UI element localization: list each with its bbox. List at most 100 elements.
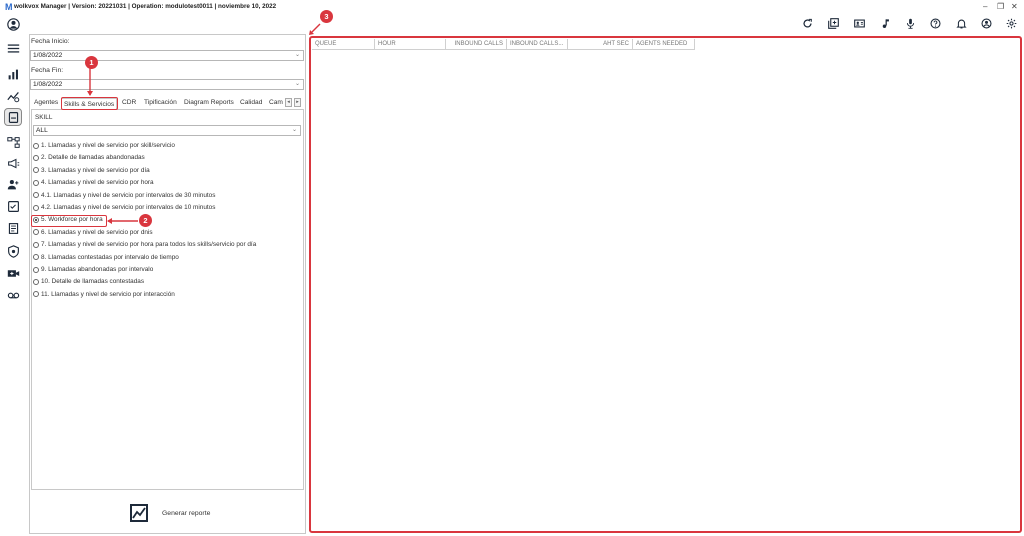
title-bar: M wolkvox Manager | Version: 20221031 | … <box>0 0 1024 14</box>
report-option[interactable]: 4.2. Llamadas y nivel de servicio por in… <box>33 203 215 212</box>
close-button[interactable]: ✕ <box>1011 2 1018 11</box>
report-option-label: 9. Llamadas abandonadas por intervalo <box>41 266 154 273</box>
column-header-hour[interactable]: HOUR <box>375 39 446 50</box>
radio-button[interactable] <box>33 192 39 199</box>
report-option-label: 1. Llamadas y nivel de servicio por skil… <box>41 142 175 149</box>
tab-calidad[interactable]: Calidad <box>240 99 262 106</box>
radio-button[interactable] <box>33 241 39 248</box>
report-option[interactable]: 3. Llamadas y nivel de servicio por día <box>33 166 150 175</box>
app-logo: M <box>5 2 13 12</box>
user-avatar-icon[interactable] <box>5 16 21 32</box>
trend-chart-icon <box>130 504 148 522</box>
radio-button[interactable] <box>33 179 39 186</box>
report-option-label: 4.1. Llamadas y nivel de servicio por in… <box>41 191 216 199</box>
users-add-icon[interactable] <box>5 176 21 192</box>
annotation-badge-1: 1 <box>85 56 98 69</box>
library-add-icon[interactable] <box>826 16 840 30</box>
skill-value: ALL <box>36 127 48 134</box>
sidebar <box>0 14 26 536</box>
report-option-label: 3. Llamadas y nivel de servicio por día <box>41 166 150 174</box>
hierarchy-icon[interactable] <box>5 134 21 150</box>
reports-icon[interactable] <box>4 108 22 126</box>
report-option[interactable]: 8. Llamadas contestadas por intervalo de… <box>33 253 179 262</box>
report-option-label: 10. Detalle de llamadas contestadas <box>41 278 145 286</box>
annotation-badge-2: 2 <box>139 214 152 227</box>
highlight-option-box <box>31 215 107 227</box>
report-option-label: 4.2. Llamadas y nivel de servicio por in… <box>41 204 216 211</box>
fecha-inicio-dropdown[interactable]: 1/08/2022 ⌄ <box>30 50 304 61</box>
report-option[interactable]: 6. Llamadas y nivel de servicio por dnis <box>33 228 153 237</box>
report-option-label: 8. Llamadas contestadas por intervalo de… <box>41 253 179 261</box>
tab-scroll-right-button[interactable]: ▸ <box>294 98 301 107</box>
report-option[interactable]: 7. Llamadas y nivel de servicio por hora… <box>33 240 256 249</box>
voicemail-icon[interactable] <box>5 287 21 303</box>
chevron-down-icon: ⌄ <box>294 81 300 87</box>
fecha-inicio-value: 1/08/2022 <box>33 52 63 59</box>
help-icon[interactable] <box>928 16 942 30</box>
radio-button[interactable] <box>33 278 39 285</box>
fecha-fin-label: Fecha Fin: <box>31 67 64 74</box>
radio-button[interactable] <box>33 229 39 236</box>
radio-button[interactable] <box>33 167 39 174</box>
chevron-down-icon: ⌄ <box>291 127 297 133</box>
skill-dropdown[interactable]: ALL ⌄ <box>33 125 301 136</box>
analytics-icon[interactable] <box>5 88 21 104</box>
fecha-fin-value: 1/08/2022 <box>33 81 63 88</box>
radio-button[interactable] <box>33 154 39 161</box>
column-header-inbound-calls-2[interactable]: INBOUND CALLS... <box>507 39 568 50</box>
report-option-label: 2. Detalle de llamadas abandonadas <box>41 154 145 162</box>
fecha-fin-dropdown[interactable]: 1/08/2022 ⌄ <box>30 79 304 90</box>
annotation-badge-3: 3 <box>320 10 333 23</box>
refresh-icon[interactable] <box>800 16 814 30</box>
report-option[interactable]: 1. Llamadas y nivel de servicio por skil… <box>33 141 175 150</box>
generate-report-button[interactable]: Generar reporte <box>130 503 220 523</box>
radio-button[interactable] <box>33 142 39 149</box>
column-header-agents-needed[interactable]: AGENTS NEEDED <box>633 39 695 50</box>
microphone-icon[interactable] <box>903 16 917 30</box>
report-option[interactable]: 11. Llamadas y nivel de servicio por int… <box>33 290 175 299</box>
bar-chart-icon[interactable] <box>5 66 21 82</box>
document-icon[interactable] <box>5 220 21 236</box>
tab-cam[interactable]: Cam <box>269 99 283 106</box>
radio-button[interactable] <box>33 254 39 261</box>
grid-header: QUEUE HOUR INBOUND CALLS INBOUND CALLS..… <box>312 39 695 50</box>
settings-gear-icon[interactable] <box>1004 16 1018 30</box>
tab-diagram-reports[interactable]: Diagram Reports <box>184 99 234 106</box>
contact-card-icon[interactable] <box>852 16 866 30</box>
skill-label: SKILL <box>35 114 53 121</box>
minimize-button[interactable]: – <box>983 2 987 11</box>
window-title: wolkvox Manager | Version: 20221031 | Op… <box>14 3 277 10</box>
music-note-icon[interactable] <box>878 16 892 30</box>
report-option[interactable]: 4.1. Llamadas y nivel de servicio por in… <box>33 191 215 200</box>
tab-cdr[interactable]: CDR <box>122 99 136 106</box>
tab-agentes[interactable]: Agentes <box>34 99 58 106</box>
report-option[interactable]: 2. Detalle de llamadas abandonadas <box>33 153 145 162</box>
generate-report-label: Generar reporte <box>162 509 211 517</box>
column-header-queue[interactable]: QUEUE <box>312 39 375 50</box>
report-option[interactable]: 4. Llamadas y nivel de servicio por hora <box>33 178 154 187</box>
report-option[interactable]: 9. Llamadas abandonadas por intervalo <box>33 265 153 274</box>
radio-button[interactable] <box>33 291 39 298</box>
radio-button[interactable] <box>33 204 39 211</box>
tab-scroll-left-button[interactable]: ◂ <box>285 98 292 107</box>
menu-icon[interactable] <box>5 40 21 56</box>
video-add-icon[interactable] <box>5 265 21 281</box>
restore-button[interactable]: ❐ <box>997 2 1004 11</box>
megaphone-icon[interactable] <box>5 155 21 171</box>
radio-button[interactable] <box>33 266 39 273</box>
report-option[interactable]: 10. Detalle de llamadas contestadas <box>33 277 144 286</box>
account-icon[interactable] <box>979 16 993 30</box>
report-results-grid[interactable]: QUEUE HOUR INBOUND CALLS INBOUND CALLS..… <box>309 36 1022 533</box>
fecha-inicio-label: Fecha Inicio: <box>31 38 70 45</box>
report-option-label: 11. Llamadas y nivel de servicio por int… <box>41 290 175 298</box>
checklist-icon[interactable] <box>5 198 21 214</box>
chevron-down-icon: ⌄ <box>294 52 300 58</box>
report-option-label: 4. Llamadas y nivel de servicio por hora <box>41 179 154 187</box>
report-option-label: 6. Llamadas y nivel de servicio por dnis <box>41 228 153 236</box>
shield-icon[interactable] <box>5 243 21 259</box>
column-header-aht-sec[interactable]: AHT SEC <box>568 39 633 50</box>
tab-tipificacion[interactable]: Tipificación <box>144 99 177 106</box>
highlight-tab-box <box>61 97 118 110</box>
column-header-inbound-calls[interactable]: INBOUND CALLS <box>446 39 507 50</box>
notifications-icon[interactable] <box>954 16 968 30</box>
